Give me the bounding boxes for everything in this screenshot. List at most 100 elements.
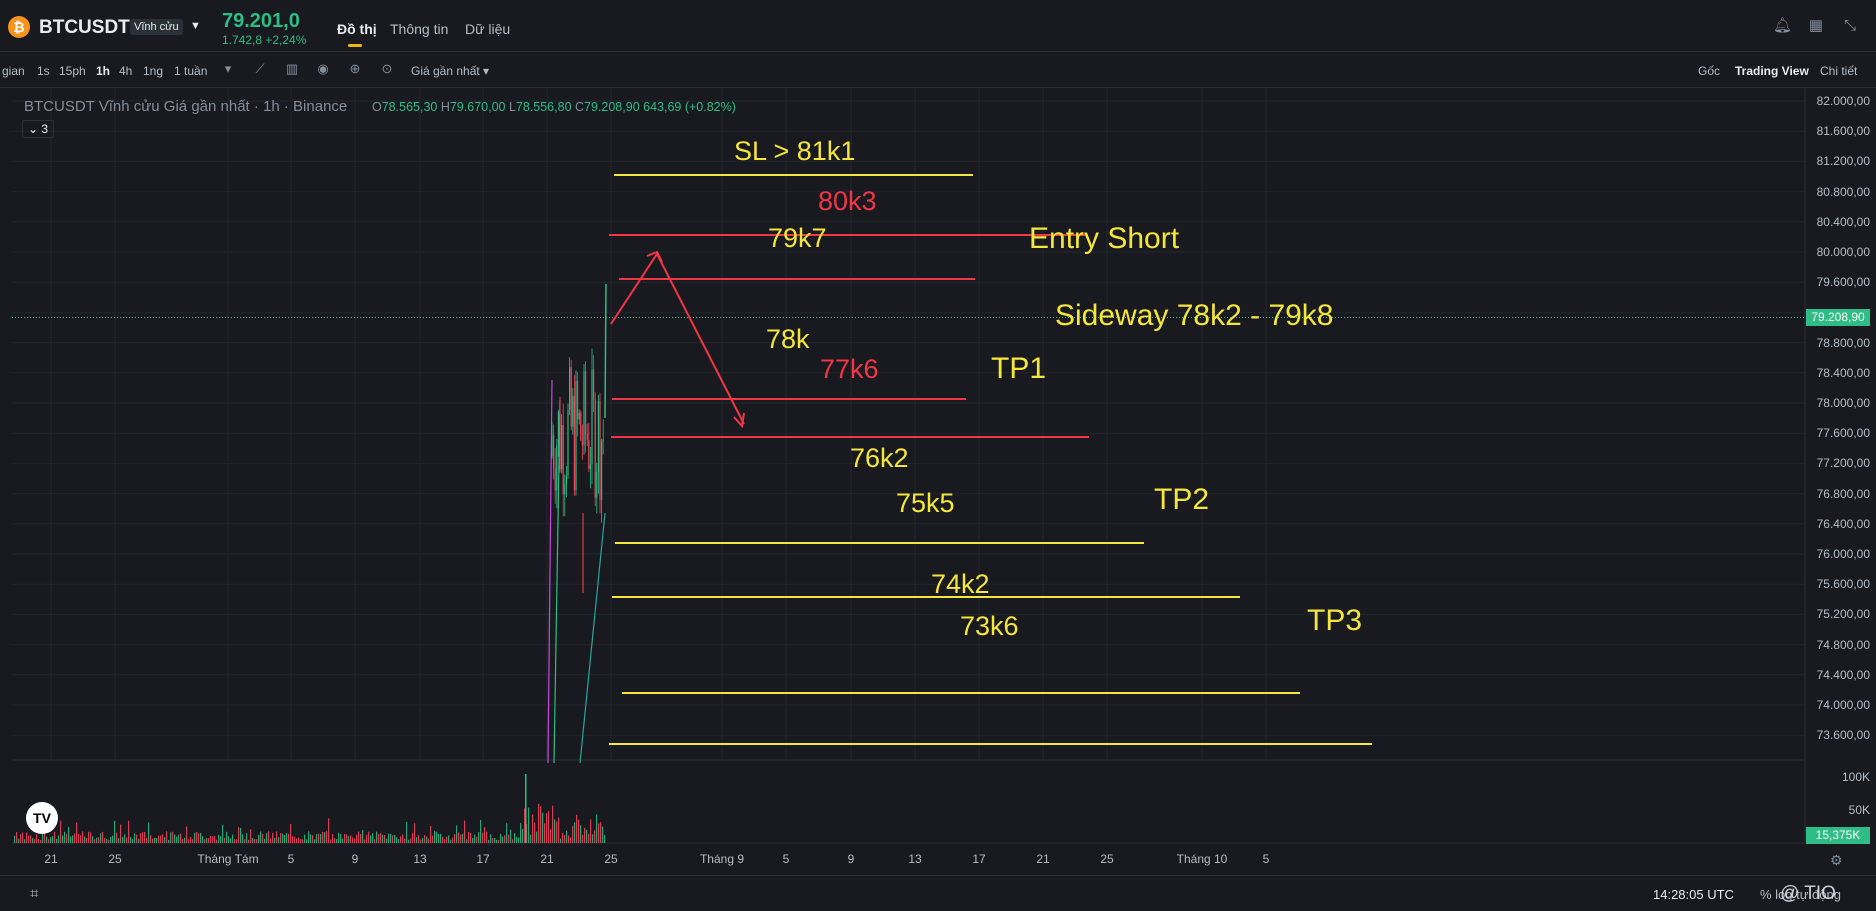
candle-body <box>569 367 571 410</box>
volume-bar <box>246 833 248 843</box>
time-axis-label: 25 <box>1100 852 1114 866</box>
price-type-select[interactable]: Giá gần nhất ▾ <box>411 64 489 78</box>
volume-bar <box>580 825 582 843</box>
volume-bar <box>522 828 524 843</box>
tab-info[interactable]: Thông tin <box>390 21 448 37</box>
symbol-name[interactable]: BTCUSDT <box>39 17 130 39</box>
interval-1s[interactable]: 1s <box>37 64 50 78</box>
volume-bar <box>268 831 270 843</box>
annotation-tp3: TP3 <box>1307 604 1363 637</box>
volume-bar <box>48 839 50 843</box>
volume-bar <box>218 835 220 843</box>
interval-4h[interactable]: 4h <box>119 64 132 78</box>
layout-grid-icon[interactable]: ▦ <box>1807 17 1825 35</box>
chart-canvas[interactable] <box>0 88 1876 875</box>
volume-bar <box>464 820 466 843</box>
volume-bar <box>256 839 258 843</box>
time-axis-label: 21 <box>44 852 58 866</box>
volume-bar <box>598 823 600 843</box>
volume-bar <box>486 831 488 843</box>
volume-bar <box>176 836 178 843</box>
volume-bar <box>438 833 440 843</box>
volume-bar <box>152 838 154 843</box>
volume-bar <box>460 834 462 843</box>
tab-data[interactable]: Dữ liệu <box>465 21 510 37</box>
volume-bar <box>34 838 36 843</box>
tradingview-logo[interactable]: TV <box>26 802 58 834</box>
volume-bar <box>440 833 442 843</box>
volume-bar <box>260 831 262 843</box>
volume-bar <box>330 839 332 843</box>
add-icon[interactable]: ⊕ <box>347 61 363 77</box>
volume-bar <box>432 835 434 843</box>
volume-bar <box>196 831 198 843</box>
candle-body <box>573 396 575 491</box>
settings-icon[interactable]: ⊙ <box>379 61 395 77</box>
volume-bar <box>306 839 308 843</box>
candle-body <box>553 434 555 468</box>
candle-body <box>557 411 559 446</box>
volume-bar <box>214 835 216 843</box>
volume-bar <box>520 822 522 843</box>
price-axis-label: 75.600,00 <box>1816 577 1870 592</box>
view-tradingview[interactable]: Trading View <box>1735 64 1809 78</box>
volume-bar <box>392 835 394 843</box>
candle-body <box>575 380 577 491</box>
volume-bar <box>198 833 200 843</box>
chevron-down-icon[interactable]: ▼ <box>190 20 201 32</box>
chevron-down-icon[interactable]: ▾ <box>220 61 236 77</box>
volume-bar <box>552 805 554 843</box>
candle-body <box>565 475 567 485</box>
bell-icon[interactable]: 🔔︎ <box>1773 17 1792 35</box>
volume-bar <box>478 832 480 843</box>
price-axis-label: 76.000,00 <box>1816 547 1870 561</box>
gear-icon[interactable]: ⚙ <box>1830 852 1843 869</box>
volume-bar <box>74 833 76 843</box>
interval-15m[interactable]: 15ph <box>59 64 86 78</box>
volume-bar <box>420 839 422 843</box>
tab-chart[interactable]: Đồ thị <box>337 21 377 37</box>
minimize-icon[interactable]: ⤡ <box>1841 17 1859 35</box>
volume-bar <box>162 834 164 843</box>
volume-bar <box>554 819 556 843</box>
volume-bar <box>468 832 470 843</box>
volume-bar <box>588 833 590 843</box>
volume-bar <box>234 839 236 843</box>
volume-tag: 15,375K <box>1806 827 1870 844</box>
interval-1d[interactable]: 1ng <box>143 64 163 78</box>
candles-icon[interactable]: ▥ <box>284 61 300 77</box>
interval-1w[interactable]: 1 tuần <box>174 64 207 78</box>
volume-bar <box>312 835 314 843</box>
interval-1h[interactable]: 1h <box>96 64 110 78</box>
camera-icon[interactable]: ◉ <box>315 61 331 77</box>
annotation-tp2: TP2 <box>1154 483 1210 516</box>
volume-bar <box>444 839 446 843</box>
volume-bar <box>370 835 372 843</box>
candle-body <box>577 380 579 420</box>
volume-bar <box>286 833 288 843</box>
volume-bar <box>562 832 564 843</box>
view-original[interactable]: Gốc <box>1698 64 1720 78</box>
volume-bar <box>86 837 88 843</box>
volume-bar <box>166 831 168 843</box>
volume-bar <box>236 839 238 843</box>
volume-bar <box>430 826 432 843</box>
volume-bar <box>188 839 190 843</box>
volume-bar <box>386 838 388 843</box>
volume-bar <box>174 834 176 843</box>
price-axis-label: 81.200,00 <box>1816 154 1870 169</box>
view-depth[interactable]: Chi tiết <box>1820 64 1857 78</box>
watermark: @ TIO <box>1780 883 1836 904</box>
volume-bar <box>600 822 602 843</box>
chart-area[interactable]: BTCUSDT Vĩnh cửu Giá gần nhất · 1h · Bin… <box>0 88 1876 911</box>
candle-body <box>596 471 598 498</box>
volume-bar <box>318 833 320 843</box>
calendar-range-icon[interactable]: ⌗ <box>30 885 38 902</box>
indicators-toggle[interactable]: ⌄ 3 <box>22 120 54 138</box>
volume-bar <box>274 837 276 843</box>
indicator-icon[interactable]: ⟋ <box>252 61 268 77</box>
volume-bar <box>270 838 272 843</box>
volume-bar <box>58 835 60 843</box>
volume-bar <box>68 826 70 843</box>
current-price-tag: 79.208,90 <box>1806 309 1870 326</box>
